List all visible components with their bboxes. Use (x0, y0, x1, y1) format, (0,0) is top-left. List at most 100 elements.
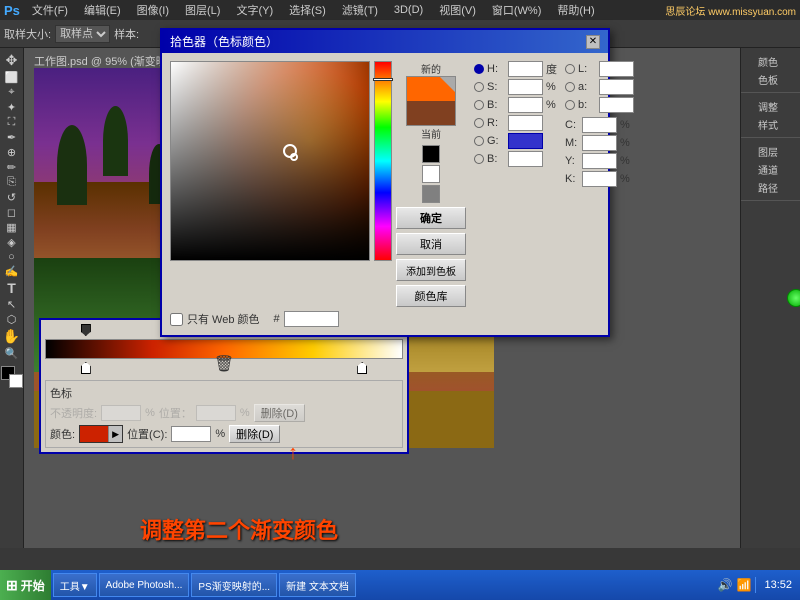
radio-b[interactable] (474, 100, 484, 110)
hue-slider[interactable] (374, 61, 392, 261)
action-buttons: 确定 取消 添加到色板 颜色库 (396, 207, 466, 307)
menu-edit[interactable]: 编辑(E) (80, 1, 125, 19)
delete-stop-icon[interactable]: 🗑 (214, 354, 234, 374)
tool-path-select[interactable]: ↖ (7, 298, 16, 311)
taskbar-ps-gradient[interactable]: PS渐变映射的... (191, 573, 277, 597)
cancel-button[interactable]: 取消 (396, 233, 466, 255)
k-input[interactable]: 25 (582, 171, 617, 187)
hex-symbol: # (274, 313, 280, 325)
sample-size-select[interactable]: 取样点 (55, 25, 110, 43)
menu-view[interactable]: 视图(V) (435, 1, 480, 19)
tool-text[interactable]: T (7, 280, 16, 296)
tool-lasso[interactable]: ⌖ (8, 86, 14, 99)
tool-dodge[interactable]: ○ (8, 251, 15, 263)
r-input[interactable]: 127 (508, 115, 543, 131)
menu-window[interactable]: 窗口(W%) (488, 1, 546, 19)
tool-brush[interactable]: ✏ (7, 161, 16, 174)
tool-eraser[interactable]: ◻ (7, 206, 16, 219)
tool-crop[interactable]: ⛶ (8, 116, 16, 129)
taskbar-tools[interactable]: 工具▼ (53, 573, 97, 597)
l-input[interactable]: 33 (599, 61, 634, 77)
menu-layer[interactable]: 图层(L) (181, 1, 224, 19)
b2-input[interactable]: 6 (508, 151, 543, 167)
tool-shape[interactable]: ⬡ (7, 313, 17, 326)
radio-b2[interactable] (474, 154, 484, 164)
radio-a[interactable] (565, 82, 575, 92)
swatch-white[interactable] (422, 165, 440, 183)
panel-color[interactable]: 颜色 (743, 52, 793, 70)
menu-3d[interactable]: 3D(D) (390, 3, 427, 17)
color-swatch-arrow[interactable]: ▶ (108, 426, 122, 442)
position-c-input[interactable]: 50 (171, 426, 211, 442)
start-button[interactable]: ⊞ 开始 (0, 570, 51, 600)
ok-button[interactable]: 确定 (396, 207, 466, 229)
radio-b3[interactable] (565, 100, 575, 110)
gradient-opacity-stop-1[interactable] (81, 362, 91, 374)
green-circle (787, 289, 800, 307)
panel-layers[interactable]: 图层 (743, 142, 793, 160)
taskbar-photoshop[interactable]: Adobe Photosh... (99, 573, 190, 597)
new-label: 新的 (421, 61, 441, 76)
web-only-checkbox[interactable] (170, 313, 183, 326)
tool-blur[interactable]: ◈ (7, 236, 15, 249)
g-input[interactable]: 57 (508, 133, 543, 149)
position-input[interactable] (196, 405, 236, 421)
radio-s[interactable] (474, 82, 484, 92)
panel-adjustments[interactable]: 调整 (743, 97, 793, 115)
lab-cmyk-inputs: L: 33 a: 29 b: 42 C: 51 % M: 83 (565, 61, 655, 327)
h-input[interactable]: 25 (508, 61, 543, 77)
system-tray: 🔊 📶 (714, 578, 756, 592)
menu-image[interactable]: 图像(I) (133, 1, 173, 19)
gradient-color-stop-1[interactable] (81, 324, 91, 336)
panel-swatches[interactable]: 色板 (743, 70, 793, 88)
color-swatch[interactable] (80, 426, 108, 442)
delete-button-1[interactable]: 删除(D) (254, 404, 305, 422)
tool-history[interactable]: ↺ (7, 191, 16, 204)
hex-input[interactable]: 7f3906 (284, 311, 339, 327)
s-input[interactable]: 95 (508, 79, 543, 95)
panel-styles[interactable]: 样式 (743, 115, 793, 133)
radio-h[interactable] (474, 64, 484, 74)
taskbar-new-doc[interactable]: 新建 文本文档 (279, 573, 356, 597)
l-label: L: (578, 63, 596, 75)
tool-clone[interactable]: ⎘ (7, 176, 16, 189)
sample-label: 样本: (114, 26, 139, 42)
menu-select[interactable]: 选择(S) (285, 1, 330, 19)
fg-bg-colors[interactable] (1, 366, 23, 388)
tool-move[interactable]: ✥ (6, 52, 18, 69)
menu-text[interactable]: 文字(Y) (232, 1, 277, 19)
panel-paths[interactable]: 路径 (743, 178, 793, 196)
tool-zoom[interactable]: 🔍 (5, 347, 19, 360)
color-library-button[interactable]: 颜色库 (396, 285, 466, 307)
swatch-grey[interactable] (422, 185, 440, 203)
s-label: S: (487, 81, 505, 93)
c-input[interactable]: 51 (582, 117, 617, 133)
delete-button-2[interactable]: 删除(D) (229, 425, 280, 443)
tool-marquee[interactable]: ⬜ (5, 71, 19, 84)
radio-r[interactable] (474, 118, 484, 128)
radio-l[interactable] (565, 64, 575, 74)
swatch-black[interactable] (422, 145, 440, 163)
panel-channels[interactable]: 通道 (743, 160, 793, 178)
menu-filter[interactable]: 滤镜(T) (338, 1, 382, 19)
m-input[interactable]: 83 (582, 135, 617, 151)
tool-eyedropper[interactable]: ✒ (7, 131, 16, 144)
b-input[interactable]: 50 (508, 97, 543, 113)
tool-pen[interactable]: ✍ (5, 265, 19, 278)
tool-magic-wand[interactable]: ✦ (7, 101, 16, 114)
color-gradient-picker[interactable] (170, 61, 370, 261)
menu-file[interactable]: 文件(F) (28, 1, 72, 19)
y-input[interactable]: 100 (582, 153, 617, 169)
gradient-opacity-stop-2[interactable] (357, 362, 367, 374)
tool-heal[interactable]: ⊕ (7, 146, 16, 159)
b3-input[interactable]: 42 (599, 97, 634, 113)
a-input[interactable]: 29 (599, 79, 634, 95)
tool-gradient[interactable]: ▦ (6, 221, 16, 234)
radio-g[interactable] (474, 136, 484, 146)
menu-help[interactable]: 帮助(H) (553, 1, 598, 19)
tool-hand[interactable]: ✋ (3, 328, 20, 345)
watermark: 思辰论坛 www.missyuan.com (665, 3, 796, 18)
add-to-swatches-button[interactable]: 添加到色板 (396, 259, 466, 281)
dialog-close-button[interactable]: ✕ (586, 35, 600, 49)
opacity-input[interactable] (101, 405, 141, 421)
